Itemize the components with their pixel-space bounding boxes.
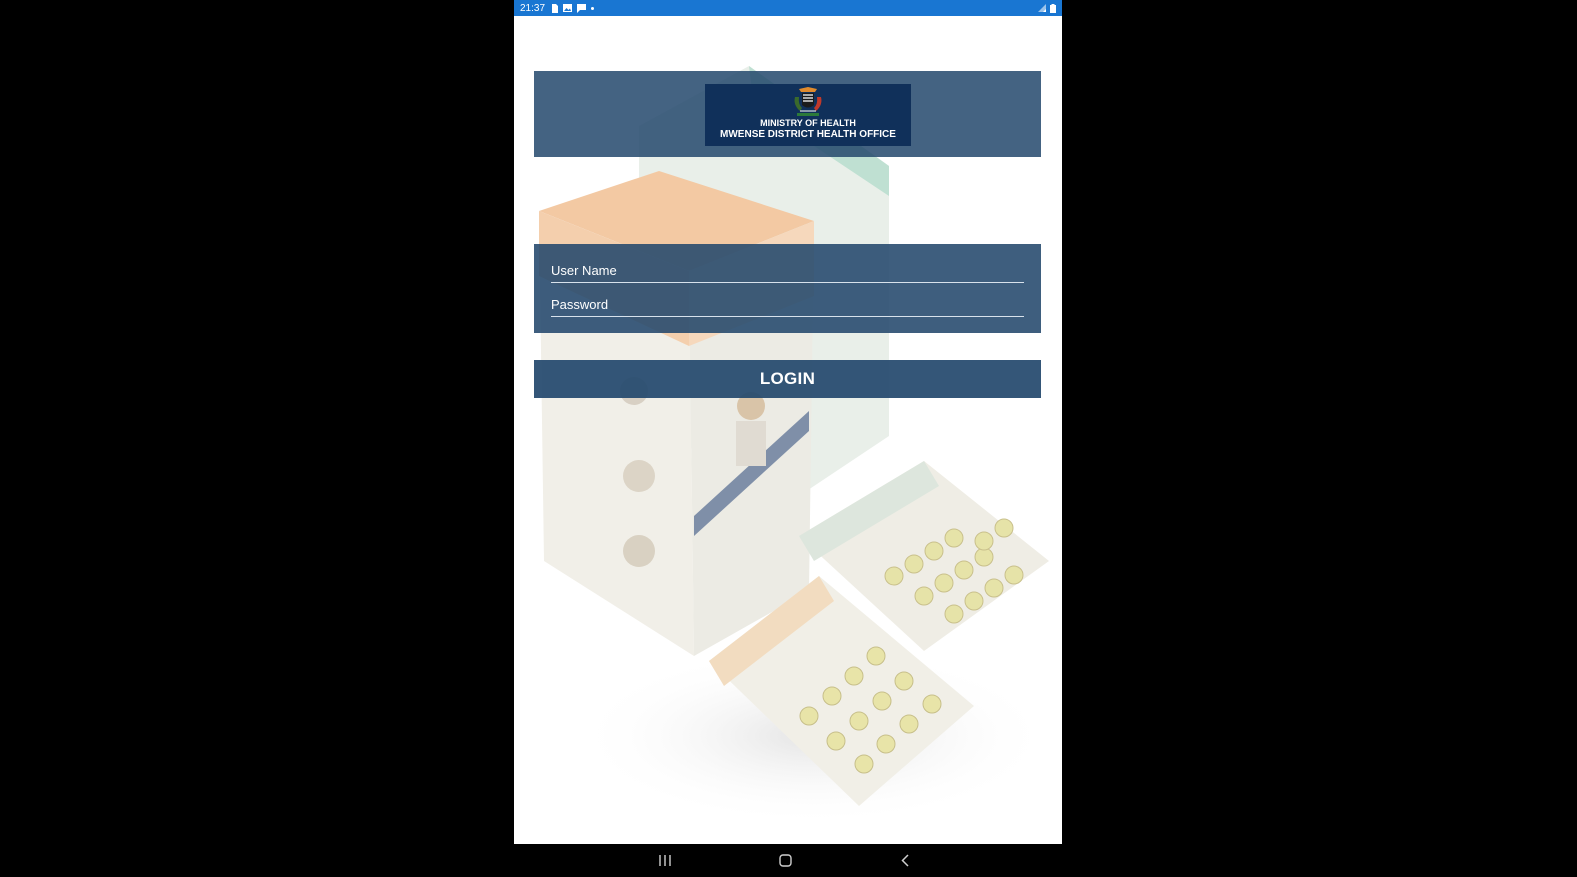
home-button[interactable] <box>770 848 800 872</box>
sd-card-icon <box>552 3 559 13</box>
ministry-title: MINISTRY OF HEALTH <box>760 118 856 128</box>
recents-icon <box>659 854 671 866</box>
office-title: MWENSE DISTRICT HEALTH OFFICE <box>720 129 896 140</box>
battery-icon <box>1050 3 1056 13</box>
phone-frame: 21:37 MINISTRY OF HEALTH MWENSE DISTRICT… <box>514 0 1062 877</box>
login-form <box>534 244 1041 333</box>
coat-of-arms-icon <box>794 87 822 116</box>
signal-icon <box>1038 4 1046 12</box>
dot-icon <box>591 6 595 10</box>
image-icon <box>563 4 573 12</box>
ministry-logo: MINISTRY OF HEALTH MWENSE DISTRICT HEALT… <box>705 84 911 146</box>
login-screen: MINISTRY OF HEALTH MWENSE DISTRICT HEALT… <box>514 16 1062 844</box>
status-bar: 21:37 <box>514 0 1062 16</box>
android-nav-bar <box>514 844 1062 877</box>
password-input[interactable] <box>551 292 1024 316</box>
status-time: 21:37 <box>520 2 546 14</box>
home-icon <box>778 853 792 867</box>
status-icons-left <box>551 3 595 13</box>
recents-button[interactable] <box>650 848 680 872</box>
back-icon <box>901 853 909 867</box>
password-field-wrapper <box>551 292 1024 317</box>
message-icon <box>577 3 587 13</box>
header-banner: MINISTRY OF HEALTH MWENSE DISTRICT HEALT… <box>534 71 1041 157</box>
username-field-wrapper <box>551 258 1024 283</box>
username-input[interactable] <box>551 258 1024 282</box>
status-icons-right <box>1038 3 1056 13</box>
login-button[interactable]: LOGIN <box>534 360 1041 398</box>
back-button[interactable] <box>890 848 920 872</box>
